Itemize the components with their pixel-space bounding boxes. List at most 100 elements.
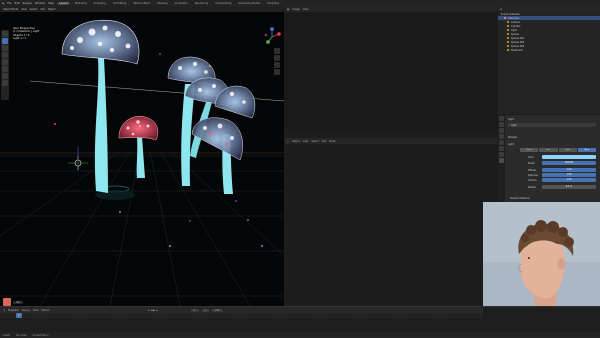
outliner-icon[interactable]: ☰ <box>500 8 502 11</box>
node-editor-header: ◇ Object View Select Add Node <box>285 138 497 144</box>
view-menu[interactable]: View <box>21 8 27 11</box>
marker-menu[interactable]: Marker <box>41 309 49 312</box>
power-field[interactable]: 1000 W <box>542 161 596 165</box>
preview-section[interactable]: Preview <box>508 135 517 139</box>
timeline-playhead[interactable]: 1 <box>16 313 22 318</box>
status-context-menu: Context Menu <box>32 333 49 337</box>
node-view-menu[interactable]: View <box>303 140 309 143</box>
light-type-area[interactable]: Area <box>577 148 596 152</box>
volume-label: Volume <box>528 178 537 182</box>
transform-tool-icon[interactable] <box>2 66 8 72</box>
grid-icon[interactable] <box>274 69 280 75</box>
end-frame-field[interactable]: 250 <box>212 308 223 312</box>
diffuse-field[interactable]: 1.00 <box>542 168 596 172</box>
workspace-tab-compositing[interactable]: Compositing <box>213 2 233 5</box>
current-frame-field[interactable]: 1 <box>191 308 199 312</box>
node-editor-type-icon[interactable]: ◇ <box>287 140 289 143</box>
mesh-icon <box>507 25 509 27</box>
navigation-gizmo-icon[interactable] <box>262 27 282 47</box>
add-menu[interactable]: Add <box>40 8 45 11</box>
workspace-tab-animation[interactable]: Animation <box>173 2 190 5</box>
mushroom-cap-2 <box>118 116 159 141</box>
mushroom-stem-2 <box>136 136 145 178</box>
light-icon <box>507 29 509 31</box>
timeline-editor-icon[interactable]: ◷ <box>3 309 5 312</box>
cursor-tool-icon[interactable] <box>2 38 8 44</box>
workspace-tab-texture-paint[interactable]: Texture Paint <box>131 2 152 5</box>
workspace-tab-geometry-nodes[interactable]: Geometry Nodes <box>236 2 262 5</box>
status-bar: Select Pan View Context Menu <box>0 332 600 338</box>
object-menu[interactable]: Object <box>48 8 56 11</box>
blender-logo-icon[interactable]: ◉ <box>2 2 4 5</box>
light-data-tab-icon[interactable] <box>499 158 504 163</box>
mushroom-stem-1 <box>94 58 108 193</box>
scale-tool-icon[interactable] <box>2 59 8 65</box>
power-label: Power <box>528 161 535 165</box>
3d-viewport[interactable]: Object Mode View Select Add Object User … <box>0 6 284 306</box>
measure-tool-icon[interactable] <box>2 80 8 86</box>
view-layer-tab-icon[interactable] <box>499 128 504 133</box>
camera-view-icon[interactable] <box>274 62 280 68</box>
render-tab-icon[interactable] <box>499 116 504 121</box>
light-type-sun[interactable]: Sun <box>539 148 558 152</box>
select-tool-icon[interactable] <box>2 31 8 37</box>
custom-distance-section[interactable]: Custom Distance <box>510 196 530 200</box>
viewport-nav-buttons <box>274 48 282 78</box>
workspace-tab-rendering[interactable]: Rendering <box>193 2 210 5</box>
playback-menu[interactable]: Playback <box>8 309 19 312</box>
rotate-tool-icon[interactable] <box>2 52 8 58</box>
light-type-tabs: Point Sun Spot Area <box>520 148 596 152</box>
zoom-icon[interactable] <box>274 48 280 54</box>
world-tab-icon[interactable] <box>499 140 504 145</box>
play-controls[interactable]: ⏮ ◀ ▶ ⏭ <box>148 309 158 312</box>
image-view-menu[interactable]: View <box>303 8 309 11</box>
light-type-spot[interactable]: Spot <box>558 148 577 152</box>
diffuse-label: Diffuse <box>528 168 537 172</box>
light-type-point[interactable]: Point <box>520 148 539 152</box>
annotate-tool-icon[interactable] <box>2 73 8 79</box>
color-label: Color <box>528 155 534 159</box>
pan-hand-icon[interactable] <box>274 55 280 61</box>
light-section[interactable]: Light <box>508 142 514 146</box>
material-swatch[interactable] <box>3 298 11 306</box>
scene-tab-icon[interactable] <box>499 134 504 139</box>
workspace-tab-shading[interactable]: Shading <box>155 2 170 5</box>
outliner-panel[interactable]: ☰ Scene Collection Collection Camera Cyl… <box>498 6 600 114</box>
image-menu[interactable]: Image <box>292 8 300 11</box>
volume-field[interactable]: 1.00 <box>542 178 596 182</box>
menu-help[interactable]: Help <box>48 2 54 5</box>
specular-field[interactable]: 1.00 <box>542 173 596 177</box>
menu-edit[interactable]: Edit <box>15 2 20 5</box>
keying-menu[interactable]: Keying <box>22 309 30 312</box>
color-field[interactable] <box>542 155 596 159</box>
menu-window[interactable]: Window <box>35 2 45 5</box>
timeline-view-menu[interactable]: View <box>33 309 39 312</box>
node-object-menu[interactable]: Object <box>292 140 300 143</box>
node-add-menu[interactable]: Add <box>322 140 327 143</box>
status-select: Select <box>3 333 11 337</box>
output-tab-icon[interactable] <box>499 122 504 127</box>
mesh-icon <box>507 45 509 47</box>
outliner-item[interactable]: Mushroom <box>498 48 600 52</box>
image-editor-area[interactable]: ▦ Image View <box>285 6 497 131</box>
select-menu[interactable]: Select <box>30 8 37 11</box>
workspace-tab-sculpting[interactable]: Sculpting <box>92 2 108 5</box>
modifier-tab-icon[interactable] <box>499 152 504 157</box>
menu-render[interactable]: Render <box>23 2 32 5</box>
timeline-ruler[interactable] <box>0 313 483 318</box>
editor-type-icon[interactable]: ▦ <box>287 8 289 11</box>
start-frame-field[interactable]: 1 <box>201 308 210 312</box>
object-tab-icon[interactable] <box>499 146 504 151</box>
node-select-menu[interactable]: Select <box>311 140 318 143</box>
workspace-tab-modeling[interactable]: Modeling <box>73 2 89 5</box>
node-node-menu[interactable]: Node <box>329 140 335 143</box>
workspace-tab-uv-editing[interactable]: UV Editing <box>111 2 129 5</box>
node-editor-area[interactable] <box>285 138 497 306</box>
object-mode-dropdown[interactable]: Object Mode <box>3 8 18 11</box>
radius-field[interactable]: 0.1 m <box>542 185 596 189</box>
workspace-tab-scripting[interactable]: Scripting <box>265 2 281 5</box>
move-tool-icon[interactable] <box>2 45 8 51</box>
object-name-field[interactable]: Light <box>508 123 596 127</box>
workspace-tab-layout[interactable]: Layout <box>57 1 70 5</box>
menu-file[interactable]: File <box>7 2 11 5</box>
